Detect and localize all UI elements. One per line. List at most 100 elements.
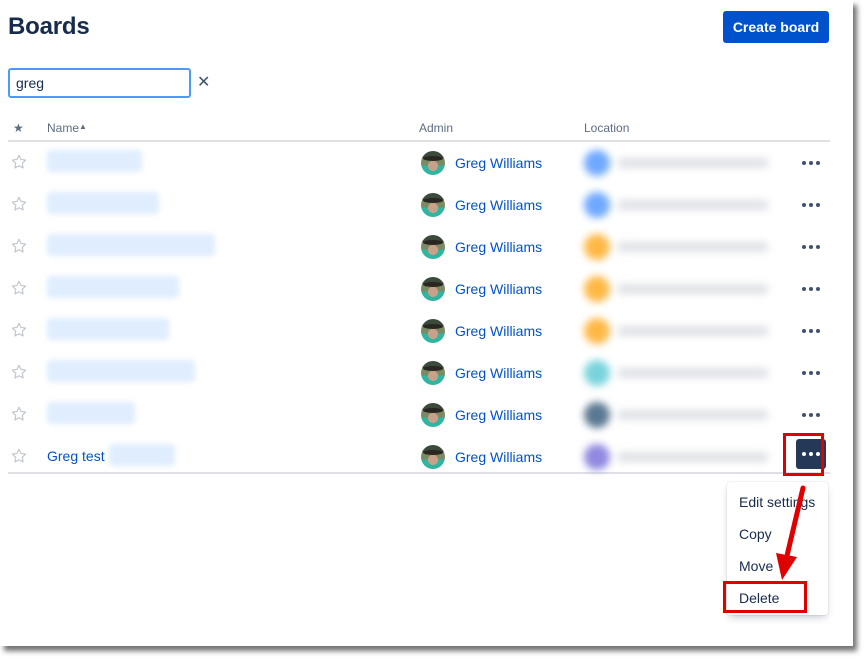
blurred-board-name — [47, 276, 179, 298]
location-cell — [574, 142, 780, 184]
location-cell — [574, 268, 780, 310]
blurred-board-name — [47, 360, 195, 382]
table-row: Greg Williams — [8, 184, 830, 226]
sort-ascending-icon: ▲ — [79, 122, 87, 131]
more-actions-button[interactable] — [796, 150, 826, 176]
table-row: Greg Williams — [8, 226, 830, 268]
avatar — [421, 277, 445, 301]
project-icon — [584, 276, 610, 302]
admin-name-link[interactable]: Greg Williams — [455, 365, 542, 381]
star-icon[interactable] — [10, 321, 28, 339]
more-actions-button[interactable] — [796, 360, 826, 386]
blurred-board-name — [47, 318, 169, 340]
blurred-board-name — [109, 444, 175, 466]
project-icon — [584, 150, 610, 176]
admin-name-link[interactable]: Greg Williams — [455, 197, 542, 213]
search-box: ✕ — [8, 68, 210, 98]
project-icon — [584, 444, 610, 470]
star-icon[interactable] — [10, 153, 28, 171]
admin-cell: Greg Williams — [421, 403, 542, 427]
admin-column-header: Admin — [419, 121, 454, 135]
board-name-link[interactable]: Greg test — [47, 444, 175, 466]
location-cell — [574, 352, 780, 394]
admin-name-link[interactable]: Greg Williams — [455, 449, 542, 465]
search-input[interactable] — [16, 75, 197, 91]
table-row: Greg Williams — [8, 394, 830, 436]
menu-item-delete[interactable]: Delete — [727, 582, 828, 614]
star-icon[interactable] — [10, 237, 28, 255]
blurred-location-text — [618, 410, 768, 420]
boards-page: Boards Create board ✕ ★ Name▲ Admin Loca… — [0, 0, 853, 646]
more-actions-button[interactable] — [796, 318, 826, 344]
admin-name-link[interactable]: Greg Williams — [455, 323, 542, 339]
avatar — [421, 193, 445, 217]
table-row-selected: Greg test Greg Williams — [8, 436, 830, 474]
avatar — [421, 235, 445, 259]
more-actions-button[interactable] — [796, 276, 826, 302]
boards-table-body: Greg Williams Greg Williams Greg William… — [8, 142, 830, 474]
table-row: Greg Williams — [8, 142, 830, 184]
blurred-location-text — [618, 284, 768, 294]
star-column-icon[interactable]: ★ — [13, 121, 24, 135]
star-icon[interactable] — [10, 195, 28, 213]
more-actions-button[interactable] — [796, 192, 826, 218]
blurred-board-name — [47, 150, 142, 172]
location-cell — [574, 394, 780, 436]
avatar — [421, 403, 445, 427]
admin-cell: Greg Williams — [421, 151, 542, 175]
blurred-location-text — [618, 368, 768, 378]
blurred-location-text — [618, 242, 768, 252]
location-cell — [574, 226, 780, 268]
blurred-board-name — [47, 402, 135, 424]
close-icon[interactable]: ✕ — [197, 75, 210, 91]
star-icon[interactable] — [10, 363, 28, 381]
board-name-text: Greg test — [47, 448, 105, 464]
project-icon — [584, 402, 610, 428]
project-icon — [584, 192, 610, 218]
row-actions-menu: Edit settings Copy Move Delete — [727, 482, 828, 615]
page-title: Boards — [8, 13, 90, 40]
admin-name-link[interactable]: Greg Williams — [455, 281, 542, 297]
blurred-location-text — [618, 326, 768, 336]
name-column-header[interactable]: Name▲ — [47, 121, 87, 135]
project-icon — [584, 234, 610, 260]
name-column-label: Name — [47, 121, 80, 135]
admin-cell: Greg Williams — [421, 445, 542, 469]
avatar — [421, 445, 445, 469]
avatar — [421, 319, 445, 343]
admin-name-link[interactable]: Greg Williams — [455, 239, 542, 255]
project-icon — [584, 318, 610, 344]
star-icon[interactable] — [10, 405, 28, 423]
blurred-location-text — [618, 158, 768, 168]
blurred-board-name — [47, 234, 215, 256]
blurred-location-text — [618, 200, 768, 210]
location-column-header: Location — [584, 121, 630, 135]
location-cell — [574, 436, 780, 478]
star-icon[interactable] — [10, 447, 28, 465]
table-row: Greg Williams — [8, 268, 830, 310]
more-actions-button[interactable] — [796, 402, 826, 428]
admin-cell: Greg Williams — [421, 319, 542, 343]
blurred-board-name — [47, 192, 159, 214]
avatar — [421, 361, 445, 385]
admin-cell: Greg Williams — [421, 235, 542, 259]
admin-cell: Greg Williams — [421, 361, 542, 385]
admin-cell: Greg Williams — [421, 193, 542, 217]
table-header: ★ Name▲ Admin Location — [8, 116, 830, 142]
table-row: Greg Williams — [8, 352, 830, 394]
star-icon[interactable] — [10, 279, 28, 297]
menu-item-move[interactable]: Move — [727, 550, 828, 582]
more-actions-button-active[interactable] — [796, 439, 826, 469]
project-icon — [584, 360, 610, 386]
admin-name-link[interactable]: Greg Williams — [455, 407, 542, 423]
menu-item-edit-settings[interactable]: Edit settings — [727, 486, 828, 518]
table-row: Greg Williams — [8, 310, 830, 352]
location-cell — [574, 184, 780, 226]
admin-cell: Greg Williams — [421, 277, 542, 301]
avatar — [421, 151, 445, 175]
admin-name-link[interactable]: Greg Williams — [455, 155, 542, 171]
more-actions-button[interactable] — [796, 234, 826, 260]
create-board-button[interactable]: Create board — [723, 11, 829, 43]
location-cell — [574, 310, 780, 352]
menu-item-copy[interactable]: Copy — [727, 518, 828, 550]
